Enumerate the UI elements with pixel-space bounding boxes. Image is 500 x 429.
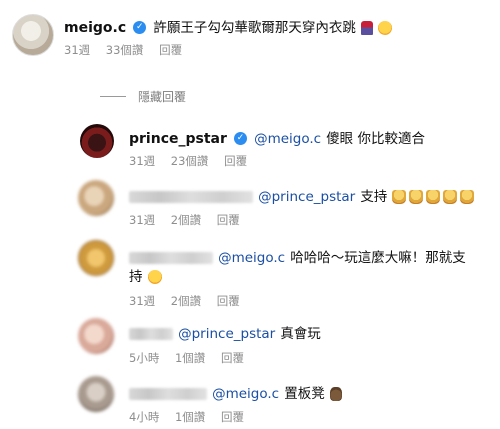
comment-time: 31週 <box>64 43 91 57</box>
mention-link[interactable]: @prince_pstar <box>258 189 355 205</box>
praising-hands-emoji-icon <box>392 189 407 204</box>
like-count[interactable]: 33個讚 <box>106 43 144 57</box>
reply-3: @meigo.c 哈哈哈～玩這麼大嘛！那就支 <box>129 246 466 266</box>
reply-3-line-2: 持 <box>129 265 162 285</box>
praising-hands-emoji-icon <box>443 189 458 204</box>
reply-3-meta: 31週 2個讚 回覆 <box>129 293 252 309</box>
comment-time: 4小時 <box>129 410 160 424</box>
comment-text: 置板凳 <box>284 386 325 402</box>
mention-link[interactable]: @meigo.c <box>254 131 321 147</box>
reply-2-meta: 31週 2個讚 回覆 <box>129 212 252 228</box>
reply-button[interactable]: 回覆 <box>224 154 247 168</box>
reply-5: @meigo.c 置板凳 <box>129 382 342 402</box>
mention-link[interactable]: @prince_pstar <box>178 326 275 342</box>
comment-time: 31週 <box>129 294 156 308</box>
like-count[interactable]: 2個讚 <box>171 294 201 308</box>
praising-hands-emoji-icon <box>426 189 441 204</box>
praising-hands-emoji-icon <box>460 189 475 204</box>
reply-2: @prince_pstar 支持 <box>129 185 477 205</box>
avatar-blurred[interactable] <box>78 240 114 276</box>
blurred-username[interactable] <box>129 327 173 340</box>
comment-text: 許願王子勾勾華歌爾那天穿內衣跳 <box>153 20 356 36</box>
like-count[interactable]: 2個讚 <box>171 213 201 227</box>
verified-badge-icon: ✓ <box>133 21 147 34</box>
comment-text: 真會玩 <box>280 326 321 342</box>
hide-replies-divider <box>100 96 126 97</box>
like-count[interactable]: 1個讚 <box>175 351 205 365</box>
reply-button[interactable]: 回覆 <box>221 410 244 424</box>
username[interactable]: meigo.c <box>64 20 126 36</box>
reply-4: @prince_pstar 真會玩 <box>129 322 321 342</box>
reply-button[interactable]: 回覆 <box>159 43 182 57</box>
avatar-blurred[interactable] <box>78 180 114 216</box>
reply-4-meta: 5小時 1個讚 回覆 <box>129 350 256 366</box>
comment-time: 5小時 <box>129 351 160 365</box>
blurred-username[interactable] <box>129 190 253 203</box>
comment-time: 31週 <box>129 154 156 168</box>
comment-main: meigo.c ✓ 許願王子勾勾華歌爾那天穿內衣跳 <box>64 16 393 36</box>
mention-link[interactable]: @meigo.c <box>212 386 279 402</box>
avatar-meigo[interactable] <box>12 14 54 56</box>
comment-text-line-1: 哈哈哈～玩這麼大嘛！那就支 <box>290 250 466 266</box>
reply-1-meta: 31週 23個讚 回覆 <box>129 153 259 169</box>
avatar-prince-pstar[interactable] <box>80 124 114 158</box>
reply-button[interactable]: 回覆 <box>221 351 244 365</box>
blurred-username[interactable] <box>129 251 213 264</box>
blurred-username[interactable] <box>129 387 207 400</box>
username[interactable]: prince_pstar <box>129 131 227 147</box>
smiling-emoji-icon <box>147 269 162 284</box>
comment-text: 傻眼 你比較適合 <box>326 131 425 147</box>
praising-hands-emoji-icon <box>409 189 424 204</box>
reply-button[interactable]: 回覆 <box>217 213 240 227</box>
comment-meta: 31週 33個讚 回覆 <box>64 42 194 58</box>
hide-replies-button[interactable]: 隱藏回覆 <box>138 88 186 105</box>
comment-time: 31週 <box>129 213 156 227</box>
reply-1: prince_pstar ✓ @meigo.c 傻眼 你比較適合 <box>129 127 425 147</box>
avatar-blurred[interactable] <box>78 318 114 354</box>
reply-button[interactable]: 回覆 <box>217 294 240 308</box>
heart-eyes-emoji-icon <box>378 20 393 35</box>
reply-5-meta: 4小時 1個讚 回覆 <box>129 409 256 425</box>
comment-text: 支持 <box>360 189 388 205</box>
avatar-blurred[interactable] <box>78 376 114 412</box>
lipstick-emoji-icon <box>360 20 373 35</box>
like-count[interactable]: 23個讚 <box>171 154 209 168</box>
comment-text-line-2: 持 <box>129 269 143 285</box>
pointing-hand-emoji-icon <box>329 386 342 401</box>
like-count[interactable]: 1個讚 <box>175 410 205 424</box>
verified-badge-icon: ✓ <box>233 132 247 145</box>
mention-link[interactable]: @meigo.c <box>218 250 285 266</box>
